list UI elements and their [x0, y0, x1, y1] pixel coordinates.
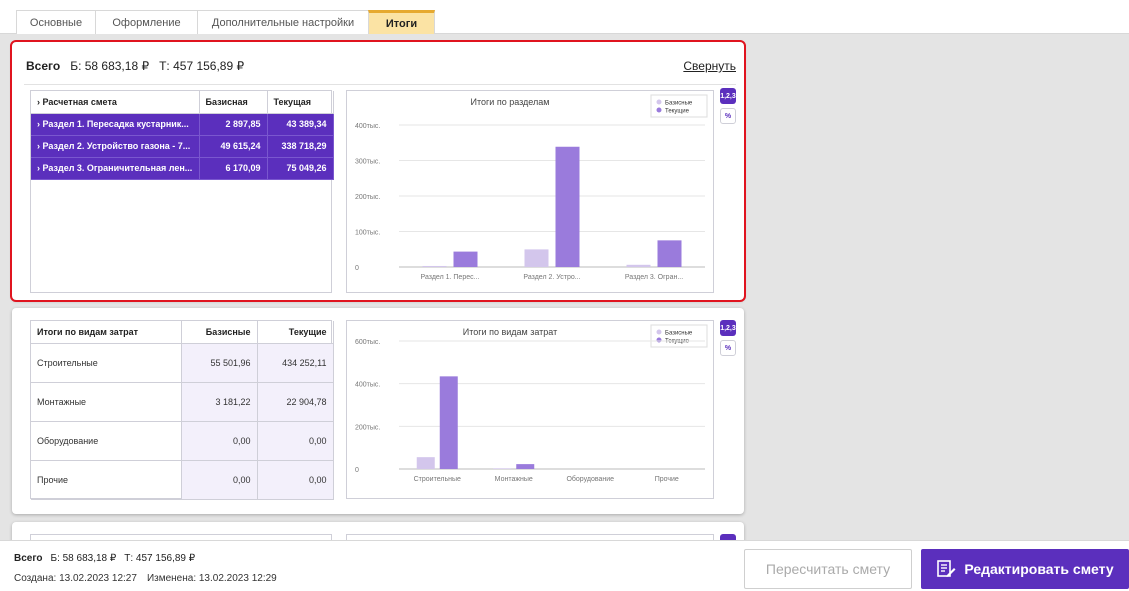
tab-bar: Основные Оформление Дополнительные настр…	[0, 0, 1129, 34]
table-row[interactable]: › Раздел 3. Ограничительная лен... 6 170…	[31, 157, 334, 180]
totals-scroll-area[interactable]: Всего Б: 58 683,18 ₽ Т: 457 156,89 ₽ Све…	[0, 34, 1129, 540]
bar	[439, 376, 458, 469]
edit-estimate-label: Редактировать смету	[964, 561, 1114, 577]
x-tick-label: Монтажные	[495, 476, 533, 483]
costs-chart-svg: Итоги по видам затрат БазисныеТекущие 0 200…	[355, 324, 708, 483]
y-tick-label: 0	[355, 467, 359, 474]
costs-table: Итоги по видам затрат Базисные Текущие С…	[30, 320, 334, 500]
chart-legend: БазисныеТекущие	[650, 324, 708, 348]
chevron-right-icon: ›	[37, 119, 40, 129]
legend-marker	[656, 337, 662, 343]
sections-chart: Итоги по разделам Базисные Текущие 0 100тыс.…	[346, 90, 714, 293]
legend-marker	[656, 107, 662, 113]
y-tick-label: 300тыс.	[355, 159, 380, 166]
table-row: Строительные 55 501,96 434 252,11	[31, 343, 334, 383]
y-tick-label: 200тыс.	[355, 424, 380, 431]
bar	[516, 464, 535, 469]
column-header-basic: Базисные	[181, 321, 258, 344]
footer-bar: Всего Б: 58 683,18 ₽ Т: 457 156,89 ₽ Соз…	[0, 540, 1129, 591]
chevron-right-icon: ›	[37, 96, 40, 107]
table-row[interactable]: › Раздел 2. Устройство газона - 7... 49 …	[31, 135, 334, 158]
y-tick-label: 0	[355, 265, 359, 272]
costs-card: Итоги по видам затрат Базисные Текущие С…	[12, 308, 744, 514]
x-tick-label: Раздел 1. Перес...	[421, 274, 480, 281]
bar	[626, 264, 651, 267]
modified-date: Изменена: 13.02.2023 12:29	[146, 573, 277, 584]
column-header-basic: Базисная	[199, 91, 268, 114]
summary-basic-total: Б: 58 683,18 ₽	[70, 59, 150, 73]
y-tick-label: 600тыс.	[355, 339, 380, 346]
edit-estimate-button[interactable]: Редактировать смету	[921, 549, 1129, 589]
legend-label: Базисные	[665, 101, 693, 107]
bar	[493, 468, 512, 469]
bar	[416, 457, 435, 469]
chevron-right-icon: ›	[37, 141, 40, 151]
column-header-estimate[interactable]: › Расчетная смета	[31, 91, 200, 114]
table-row: Монтажные 3 181,22 22 904,78	[31, 382, 334, 422]
collapse-link[interactable]: Свернуть	[683, 59, 736, 73]
y-tick-label: 100тыс.	[355, 230, 380, 237]
chevron-right-icon: ›	[37, 163, 40, 173]
y-tick-label: 400тыс.	[355, 382, 380, 389]
tab-basic[interactable]: Основные	[16, 10, 96, 34]
legend-marker	[656, 329, 662, 335]
x-tick-label: Раздел 2. Устро...	[523, 274, 580, 281]
summary-title: Всего	[26, 59, 61, 73]
x-tick-label: Строительные	[414, 476, 461, 483]
footer-current-total: Т: 457 156,89 ₽	[124, 553, 196, 564]
legend-marker	[656, 99, 662, 105]
y-tick-label: 200тыс.	[355, 194, 380, 201]
summary-current-total: Т: 457 156,89 ₽	[159, 59, 245, 73]
tab-totals[interactable]: Итоги	[368, 10, 435, 34]
summary-header: Всего Б: 58 683,18 ₽ Т: 457 156,89 ₽	[26, 59, 244, 73]
bar	[422, 265, 447, 267]
created-date: Создана: 13.02.2023 12:27	[14, 573, 137, 584]
costs-table-header: Итоги по видам затрат Базисные Текущие	[31, 321, 334, 344]
percent-mode-button[interactable]: %	[720, 340, 736, 356]
percent-mode-button[interactable]: %	[720, 108, 736, 124]
footer-basic-total: Б: 58 683,18 ₽	[50, 553, 117, 564]
footer-title: Всего	[14, 553, 43, 564]
next-card	[12, 522, 744, 540]
table-row: Прочие 0,00 0,00	[31, 460, 334, 500]
footer-totals: Всего Б: 58 683,18 ₽ Т: 457 156,89 ₽	[14, 553, 195, 564]
x-tick-label: Раздел 3. Огран...	[625, 274, 683, 281]
table-row[interactable]: › Раздел 1. Пересадка кустарник... 2 897…	[31, 113, 334, 136]
recalculate-button[interactable]: Пересчитать смету	[744, 549, 912, 589]
column-header-cost-type: Итоги по видам затрат	[31, 321, 182, 344]
column-header-current: Текущая	[267, 91, 334, 114]
chart-title: Итоги по разделам	[471, 97, 550, 107]
sections-chart-svg: Итоги по разделам Базисные Текущие 0 100тыс.…	[355, 94, 708, 281]
values-mode-button[interactable]: 1,2,3	[720, 88, 736, 104]
costs-chart: Итоги по видам затрат БазисныеТекущие 0 200…	[346, 320, 714, 499]
x-tick-label: Прочие	[655, 476, 679, 483]
tab-design[interactable]: Оформление	[95, 10, 198, 34]
chart-legend: Базисные Текущие	[650, 94, 708, 118]
sections-table: › Расчетная смета Базисная Текущая › Раз…	[30, 90, 334, 293]
tab-additional-settings[interactable]: Дополнительные настройки	[197, 10, 369, 34]
table-row: Оборудование 0,00 0,00	[31, 421, 334, 461]
values-mode-button[interactable]: 1,2,3	[720, 320, 736, 336]
footer-dates: Создана: 13.02.2023 12:27 Изменена: 13.0…	[14, 573, 277, 584]
bar	[657, 240, 682, 267]
y-tick-label: 400тыс.	[355, 123, 380, 130]
x-tick-label: Оборудование	[566, 475, 614, 483]
card-divider	[24, 84, 736, 85]
chart-title: Итоги по видам затрат	[463, 327, 557, 337]
column-header-current: Текущие	[257, 321, 334, 344]
bar	[555, 146, 580, 267]
summary-card: Всего Б: 58 683,18 ₽ Т: 457 156,89 ₽ Све…	[10, 40, 746, 302]
legend-label: Текущие	[665, 109, 690, 115]
sections-table-header: › Расчетная смета Базисная Текущая	[31, 91, 334, 114]
bar	[453, 251, 478, 267]
bar	[524, 249, 549, 267]
legend-label: Базисные	[665, 331, 693, 337]
edit-document-icon	[937, 560, 956, 577]
